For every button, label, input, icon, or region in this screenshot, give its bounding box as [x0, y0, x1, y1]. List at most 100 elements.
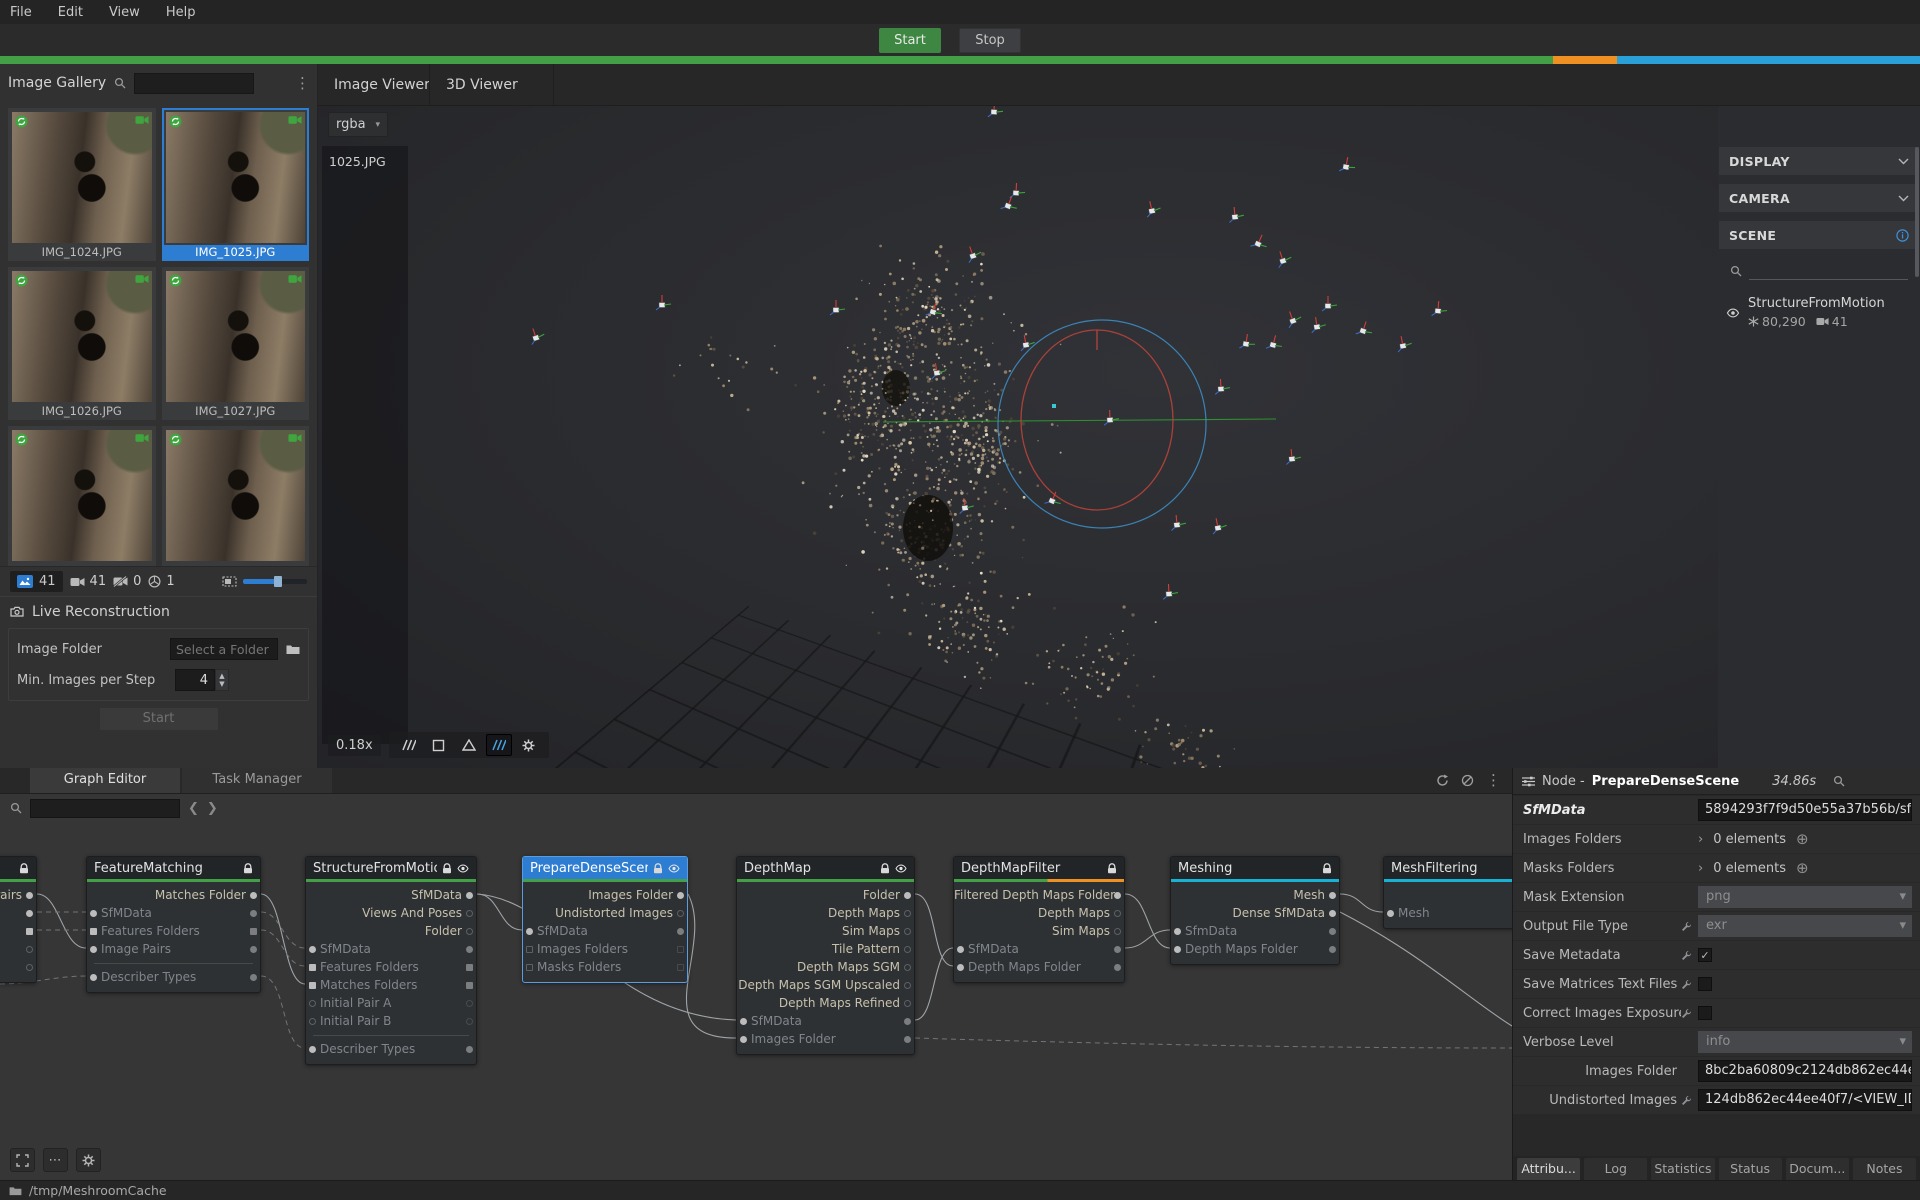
attr-tab-log[interactable]: Log [1584, 1158, 1647, 1180]
node-port[interactable] [250, 928, 257, 935]
node-port[interactable] [1114, 910, 1121, 917]
node-port[interactable] [90, 974, 97, 981]
node-row[interactable]: SfMData [737, 1012, 914, 1030]
node-row[interactable]: Views And Poses [306, 904, 476, 922]
thumbnail[interactable]: IMG_1026.JPG [8, 267, 156, 420]
fit-graph-icon[interactable] [10, 1148, 35, 1172]
texture-icon[interactable] [486, 734, 512, 756]
node-port[interactable] [466, 1018, 473, 1025]
attr-tab-docum[interactable]: Docum... [1786, 1158, 1849, 1180]
node-row[interactable] [0, 958, 36, 976]
refresh-icon[interactable] [1436, 774, 1449, 787]
node-port[interactable] [466, 910, 473, 917]
node-row[interactable] [0, 940, 36, 958]
attribute-row-save-matrices-text-files[interactable]: Save Matrices Text Files [1513, 970, 1920, 998]
node-port[interactable] [309, 982, 316, 989]
node-row[interactable]: Images Folder [523, 886, 687, 904]
node-port[interactable] [526, 928, 533, 935]
node-port[interactable] [957, 946, 964, 953]
node-row[interactable]: Mesh [1171, 886, 1339, 904]
node-port[interactable] [466, 946, 473, 953]
node-port[interactable] [466, 964, 473, 971]
thumbnail-image[interactable] [12, 271, 152, 402]
node-row[interactable]: Image Pairs [0, 886, 36, 904]
attribute-value[interactable]: 8bc2ba60809c2124db862ec44ee40f7 [1698, 1060, 1912, 1082]
node-port[interactable] [26, 964, 33, 971]
node-port[interactable] [1174, 946, 1181, 953]
menu-view[interactable]: View [109, 5, 140, 20]
node-port[interactable] [1329, 910, 1336, 917]
node-row[interactable] [1384, 886, 1512, 904]
node-row[interactable]: Features Folders [87, 922, 260, 940]
node-port[interactable] [250, 946, 257, 953]
graph-settings-icon[interactable] [76, 1148, 101, 1172]
node-row[interactable]: Depth Maps SGM [737, 958, 914, 976]
expand-icon[interactable]: › [1698, 832, 1703, 847]
node-row[interactable]: Features Folders [306, 958, 476, 976]
graph-node-Meshing[interactable]: MeshingMeshDense SfMDataSfmDataDepth Map… [1170, 856, 1340, 965]
node-row[interactable]: Image Pairs [87, 940, 260, 958]
scene-media-item[interactable]: StructureFromMotion 80,290 41 [1718, 294, 1920, 331]
tab-graph-editor[interactable]: Graph Editor [30, 768, 180, 793]
node-port[interactable] [677, 946, 684, 953]
channel-select[interactable]: rgba ▾ [328, 112, 388, 137]
eye-icon[interactable] [668, 864, 680, 873]
thumbnail[interactable] [162, 426, 310, 566]
node-port[interactable] [90, 910, 97, 917]
eye-icon[interactable] [457, 864, 469, 873]
node-row[interactable]: Describer Types [87, 968, 260, 986]
node-row[interactable]: Depth Maps Folder [954, 958, 1124, 976]
node-row[interactable]: Depth Maps SGM Upscaled [737, 976, 914, 994]
stop-computation-icon[interactable] [1461, 774, 1474, 787]
node-row[interactable]: Tile Pattern [737, 940, 914, 958]
add-element-icon[interactable]: ⊕ [1796, 859, 1809, 877]
checkbox[interactable]: ✓ [1698, 948, 1712, 962]
node-row[interactable]: Folder [737, 886, 914, 904]
thumbnail-image[interactable] [166, 271, 306, 402]
node-port[interactable] [1387, 910, 1394, 917]
node-port[interactable] [26, 946, 33, 953]
node-port[interactable] [677, 928, 684, 935]
attribute-row-correct-images-exposure[interactable]: Correct Images Exposure [1513, 999, 1920, 1027]
thumbnail-image[interactable] [166, 430, 306, 561]
thumbnail[interactable]: IMG_1024.JPG [8, 108, 156, 261]
scene-search-input[interactable] [1749, 262, 1908, 280]
start-button[interactable]: Start [879, 28, 941, 53]
node-port[interactable] [26, 910, 33, 917]
node-port[interactable] [309, 964, 316, 971]
node-row[interactable]: SfmData [1171, 922, 1339, 940]
thumbnail-size-slider[interactable] [243, 579, 307, 584]
menu-edit[interactable]: Edit [58, 5, 83, 20]
graph-node-MeshFiltering[interactable]: MeshFilteringMesh [1383, 856, 1512, 929]
checkbox[interactable] [1698, 1006, 1712, 1020]
prev-result-icon[interactable]: ❮ [188, 801, 199, 816]
node-port[interactable] [740, 1036, 747, 1043]
node-port[interactable] [957, 964, 964, 971]
graph-node-DepthMap[interactable]: DepthMapFolderDepth MapsSim MapsTile Pat… [736, 856, 915, 1055]
gallery-search-input[interactable] [134, 73, 254, 94]
node-row[interactable] [0, 922, 36, 940]
node-row[interactable]: Depth Maps Refined [737, 994, 914, 1012]
node-port[interactable] [1114, 892, 1121, 899]
node-row[interactable]: Depth Maps Folder [1171, 940, 1339, 958]
node-port[interactable] [309, 946, 316, 953]
node-port[interactable] [904, 982, 911, 989]
node-row[interactable]: Depth Maps [954, 904, 1124, 922]
node-row[interactable]: SfMData [87, 904, 260, 922]
node-port[interactable] [1114, 946, 1121, 953]
attribute-row-images-folders[interactable]: Images Folders›0 elements⊕ [1513, 825, 1920, 853]
node-port[interactable] [904, 928, 911, 935]
node-port[interactable] [250, 910, 257, 917]
node-port[interactable] [466, 1046, 473, 1053]
node-port[interactable] [677, 910, 684, 917]
attribute-row-save-metadata[interactable]: Save Metadata✓ [1513, 941, 1920, 969]
live-start-button[interactable]: Start [99, 707, 219, 731]
node-port[interactable] [904, 946, 911, 953]
menu-help[interactable]: Help [166, 5, 196, 20]
node-port[interactable] [90, 946, 97, 953]
node-port[interactable] [1329, 928, 1336, 935]
viewer-image-list[interactable]: 1025.JPG [322, 146, 408, 744]
node-row[interactable]: Undistorted Images [523, 904, 687, 922]
bbox-icon[interactable] [426, 734, 452, 756]
node-row[interactable]: Matches Folders [306, 976, 476, 994]
